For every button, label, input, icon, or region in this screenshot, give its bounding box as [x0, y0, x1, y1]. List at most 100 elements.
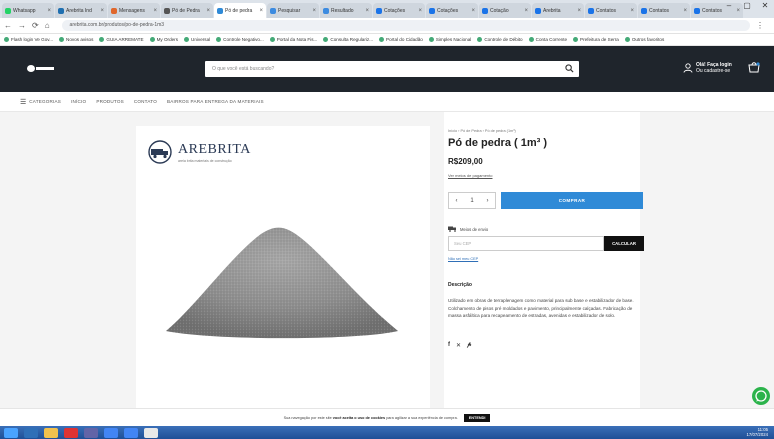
pinterest-icon[interactable]: 𝓅	[467, 342, 471, 349]
tab-close-icon[interactable]: ×	[100, 8, 104, 14]
qty-value[interactable]: 1	[470, 198, 473, 204]
tab-favicon-icon	[58, 7, 64, 14]
bookmark-item[interactable]: Conta Corrente	[528, 37, 567, 42]
bookmark-item[interactable]: My Orders	[149, 37, 179, 42]
url-field[interactable]: arebrita.com.br/produtos/po-de-pedra-1m3	[61, 20, 750, 31]
qty-increase-button[interactable]: ›	[487, 198, 489, 204]
browser-tab[interactable]: Whatsapp ×	[2, 3, 54, 18]
bookmark-item[interactable]: Outros favoritos	[624, 37, 664, 42]
browser-tab[interactable]: Resultado ×	[320, 3, 372, 18]
bookmark-item[interactable]: Universal	[184, 37, 210, 42]
bookmark-item[interactable]: Flash login Ve Gov...	[4, 37, 53, 42]
browser-tab[interactable]: Pó de Pedra ×	[161, 3, 213, 18]
tab-close-icon[interactable]: ×	[524, 8, 528, 14]
minimize-icon[interactable]: –	[720, 0, 738, 14]
bookmark-label: Simples Nacional	[435, 37, 472, 42]
close-icon[interactable]: ✕	[756, 0, 774, 14]
browser-tab[interactable]: Cotações ×	[373, 3, 425, 18]
maximize-icon[interactable]: ▢	[738, 0, 756, 14]
search-input[interactable]: O que você está buscando?	[205, 61, 579, 77]
files-icon[interactable]	[44, 427, 58, 438]
brand-logo: AREBRITA areia brita materiais de constr…	[146, 140, 251, 164]
bookmark-item[interactable]: Simples Nacional	[428, 37, 472, 42]
qty-decrease-button[interactable]: ‹	[455, 198, 457, 204]
tab-close-icon[interactable]: ×	[418, 8, 422, 14]
back-icon[interactable]: ←	[4, 21, 12, 30]
tab-close-icon[interactable]: ×	[206, 8, 210, 14]
x-icon[interactable]: ✕	[456, 342, 461, 349]
tab-favicon-icon	[270, 7, 276, 14]
browser-tab[interactable]: Cotação ×	[479, 3, 531, 18]
browser-tab[interactable]: Cotações ×	[426, 3, 478, 18]
browser-tab[interactable]: Pó de pedra ×	[214, 3, 266, 18]
vpn-icon[interactable]	[64, 427, 78, 438]
tab-close-icon[interactable]: ×	[683, 8, 687, 14]
nav-item[interactable]: PRODUTOS	[96, 99, 124, 104]
nav-item[interactable]: INÍCIO	[71, 99, 86, 104]
teams-icon[interactable]	[84, 427, 98, 438]
browser-tab[interactable]: Arebrita ×	[532, 3, 584, 18]
facebook-icon[interactable]: f	[448, 342, 450, 349]
bookmark-item[interactable]: Prefeitura de Serra	[573, 37, 619, 42]
bookmark-label: Flash login Ve Gov...	[11, 37, 54, 42]
quantity-stepper[interactable]: ‹ 1 ›	[448, 192, 496, 209]
cep-input[interactable]: Seu CEP	[448, 236, 604, 251]
site-logo[interactable]	[26, 64, 56, 73]
tab-close-icon[interactable]: ×	[630, 8, 634, 14]
login-link[interactable]: Olá! Faça login Ou cadastre-se	[683, 62, 732, 74]
tab-close-icon[interactable]: ×	[577, 8, 581, 14]
calculate-button[interactable]: CALCULAR	[604, 236, 644, 251]
bookmark-item[interactable]: Consulta Regulariz...	[323, 37, 373, 42]
payment-methods-link[interactable]: Ver meios de pagamento	[448, 173, 492, 178]
truck-icon	[448, 226, 456, 232]
home-icon[interactable]: ⌂	[45, 21, 50, 30]
tab-close-icon[interactable]: ×	[365, 8, 369, 14]
search-icon[interactable]	[565, 64, 574, 73]
bookmark-item[interactable]: Portal da Nota Fis...	[269, 37, 317, 42]
bookmark-item[interactable]: GUIA ARREMATE	[99, 37, 144, 42]
tab-close-icon[interactable]: ×	[312, 8, 316, 14]
tab-label: Mensagens	[119, 7, 145, 14]
browser-tab[interactable]: Pesquisar ×	[267, 3, 319, 18]
nav-item[interactable]: CONTATO	[134, 99, 157, 104]
bookmark-label: Portal do Cidadão	[386, 37, 423, 42]
tab-favicon-icon	[429, 7, 435, 14]
explorer-icon[interactable]	[24, 427, 38, 438]
no-cep-link[interactable]: Não sei meu CEP	[448, 257, 478, 261]
bookmark-item[interactable]: Controle Negativo...	[216, 37, 264, 42]
chrome-icon[interactable]	[124, 427, 138, 438]
tab-close-icon[interactable]: ×	[153, 8, 157, 14]
tab-favicon-icon	[111, 7, 117, 14]
share-icons: f ✕ 𝓅	[448, 342, 471, 349]
bookmark-item[interactable]: Controle de Débito	[477, 37, 523, 42]
extensions-icon[interactable]: ⋮	[756, 21, 764, 30]
bookmark-item[interactable]: Portal do Cidadão	[379, 37, 423, 42]
tab-close-icon[interactable]: ×	[259, 8, 263, 14]
browser-tab[interactable]: Contatos ×	[585, 3, 637, 18]
nav-item[interactable]: CATEGORIAS	[29, 99, 61, 104]
bookmark-favicon-icon	[428, 37, 434, 42]
nav-item[interactable]: BAIRROS PARA ENTREGA DA MATERIAIS	[167, 99, 264, 104]
bookmark-label: Controle Negativo...	[223, 37, 264, 42]
tab-favicon-icon	[5, 7, 11, 14]
bookmark-item[interactable]: Novos avisos	[59, 37, 93, 42]
whatsapp-button[interactable]	[752, 387, 770, 405]
start-icon[interactable]	[4, 427, 18, 438]
breadcrumb[interactable]: Início › Pó de Pedra › Pó de pedra (1m³)	[448, 129, 516, 133]
buy-button[interactable]: COMPRAR	[501, 192, 643, 209]
cookie-accept-button[interactable]: ENTENDI	[463, 413, 491, 422]
bookmark-label: My Orders	[156, 37, 179, 42]
chrome-icon[interactable]	[104, 427, 118, 438]
app-icon[interactable]	[144, 427, 158, 438]
browser-tab[interactable]: Arebrita Ind ×	[55, 3, 107, 18]
product-image-panel[interactable]	[136, 126, 430, 407]
browser-tab[interactable]: Contatos ×	[638, 3, 690, 18]
reload-icon[interactable]: ⟳	[32, 21, 39, 30]
system-tray[interactable]: 11:05 17/07/2024	[746, 427, 768, 437]
cart-icon[interactable]	[748, 62, 760, 73]
browser-tab[interactable]: Mensagens ×	[108, 3, 160, 18]
forward-icon[interactable]: →	[18, 21, 26, 30]
tab-close-icon[interactable]: ×	[471, 8, 475, 14]
menu-icon[interactable]: ☰	[20, 98, 26, 106]
tab-close-icon[interactable]: ×	[47, 8, 51, 14]
